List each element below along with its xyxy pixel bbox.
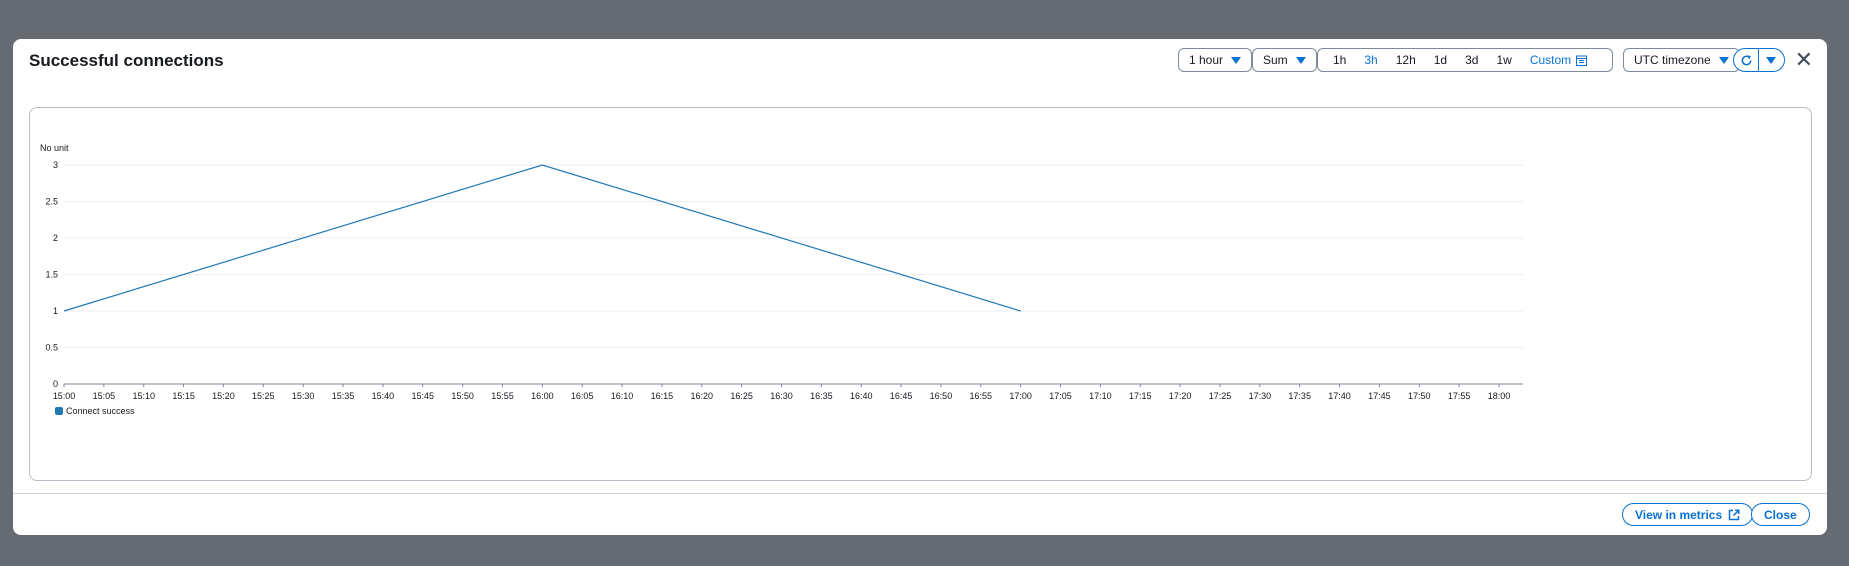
x-tick-label: 16:20 xyxy=(691,391,714,401)
x-tick-label: 17:40 xyxy=(1328,391,1351,401)
range-3h[interactable]: 3h xyxy=(1355,53,1386,67)
caret-down-icon xyxy=(1295,56,1306,64)
y-tick-label: 1 xyxy=(53,306,58,316)
x-tick-label: 16:45 xyxy=(890,391,913,401)
caret-down-icon xyxy=(1718,56,1729,64)
y-tick-label: 2 xyxy=(53,233,58,243)
legend-swatch xyxy=(55,407,63,415)
refresh-split-button xyxy=(1733,48,1785,72)
close-button[interactable]: Close xyxy=(1751,503,1810,526)
view-in-metrics-label: View in metrics xyxy=(1635,507,1723,522)
x-tick-label: 15:10 xyxy=(132,391,155,401)
custom-label: Custom xyxy=(1529,53,1572,67)
statistic-value: Sum xyxy=(1263,53,1288,67)
close-icon[interactable]: ✕ xyxy=(1795,49,1813,71)
y-tick-label: 2.5 xyxy=(45,197,58,207)
timezone-dropdown[interactable]: UTC timezone xyxy=(1623,48,1740,72)
x-tick-label: 17:45 xyxy=(1368,391,1391,401)
timezone-value: UTC timezone xyxy=(1634,53,1711,67)
x-tick-label: 17:50 xyxy=(1408,391,1431,401)
legend-label: Connect success xyxy=(66,406,135,416)
period-dropdown[interactable]: 1 hour xyxy=(1178,48,1253,72)
x-tick-label: 15:15 xyxy=(172,391,195,401)
x-tick-label: 15:40 xyxy=(372,391,395,401)
time-range-selector: 1h 3h 12h 1d 3d 1w Custom xyxy=(1317,48,1613,72)
y-tick-label: 0.5 xyxy=(45,343,58,353)
x-tick-label: 15:00 xyxy=(53,391,76,401)
x-tick-label: 15:20 xyxy=(212,391,235,401)
x-tick-label: 17:05 xyxy=(1049,391,1072,401)
x-tick-label: 17:30 xyxy=(1249,391,1272,401)
calendar-icon xyxy=(1576,55,1588,66)
x-tick-label: 16:00 xyxy=(531,391,554,401)
range-1h[interactable]: 1h xyxy=(1324,53,1355,67)
x-tick-label: 17:25 xyxy=(1209,391,1232,401)
metrics-modal: Successful connections 1 hour Sum 1h 3h … xyxy=(13,39,1827,535)
refresh-icon xyxy=(1741,54,1751,65)
x-tick-label: 16:10 xyxy=(611,391,634,401)
range-1w[interactable]: 1w xyxy=(1487,53,1520,67)
external-link-icon xyxy=(1728,508,1740,520)
x-tick-label: 17:00 xyxy=(1009,391,1032,401)
footer-divider xyxy=(13,493,1827,494)
y-tick-label: 1.5 xyxy=(45,270,58,280)
x-tick-label: 17:55 xyxy=(1448,391,1471,401)
x-tick-label: 16:55 xyxy=(970,391,993,401)
x-tick-label: 15:05 xyxy=(93,391,116,401)
y-tick-label: 0 xyxy=(53,379,58,389)
x-tick-label: 15:25 xyxy=(252,391,275,401)
x-tick-label: 16:25 xyxy=(730,391,753,401)
range-1d[interactable]: 1d xyxy=(1425,53,1456,67)
x-tick-label: 17:10 xyxy=(1089,391,1112,401)
x-tick-label: 16:50 xyxy=(930,391,953,401)
x-tick-label: 16:15 xyxy=(651,391,674,401)
x-tick-label: 16:05 xyxy=(571,391,594,401)
period-value: 1 hour xyxy=(1189,53,1224,67)
x-tick-label: 17:35 xyxy=(1288,391,1311,401)
close-label: Close xyxy=(1764,507,1797,522)
line-chart: No unit 0 0.5 1 1.5 2 2.5 3 15:00 15:05 15:10 15:15… xyxy=(40,143,1523,416)
chart-container: No unit 0 0.5 1 1.5 2 2.5 3 15:00 15:05 15:10 15:15… xyxy=(29,107,1812,481)
x-tick-label: 18:00 xyxy=(1488,391,1511,401)
x-tick-label: 15:35 xyxy=(332,391,355,401)
y-tick-label: 3 xyxy=(53,160,58,170)
x-tick-label: 17:20 xyxy=(1169,391,1192,401)
x-tick-label: 16:40 xyxy=(850,391,873,401)
x-tick-label: 15:30 xyxy=(292,391,315,401)
refresh-button[interactable] xyxy=(1734,49,1758,71)
x-tick-label: 15:55 xyxy=(491,391,514,401)
x-tick-label: 16:30 xyxy=(770,391,793,401)
range-3d[interactable]: 3d xyxy=(1456,53,1487,67)
x-tick-label: 16:35 xyxy=(810,391,833,401)
caret-down-icon xyxy=(1766,56,1776,64)
caret-down-icon xyxy=(1231,56,1242,64)
x-tick-label: 15:50 xyxy=(451,391,474,401)
x-tick-label: 15:45 xyxy=(411,391,434,401)
range-12h[interactable]: 12h xyxy=(1387,53,1425,67)
view-in-metrics-button[interactable]: View in metrics xyxy=(1622,503,1754,526)
range-custom[interactable]: Custom xyxy=(1521,53,1589,67)
statistic-dropdown[interactable]: Sum xyxy=(1252,48,1317,72)
modal-title: Successful connections xyxy=(29,51,224,70)
refresh-options-button[interactable] xyxy=(1759,49,1783,71)
y-unit-label: No unit xyxy=(40,143,69,153)
x-tick-label: 17:15 xyxy=(1129,391,1152,401)
